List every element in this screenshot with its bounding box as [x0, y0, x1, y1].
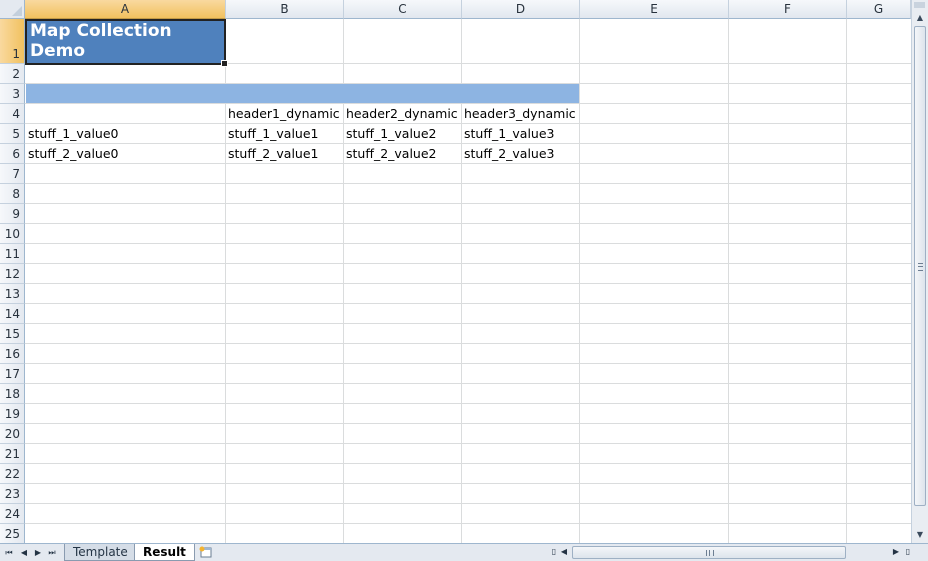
scroll-right-icon[interactable]: ▶ — [890, 545, 902, 558]
horizontal-scroll-thumb[interactable] — [572, 546, 846, 559]
cell-a6[interactable]: stuff_2_value0 — [25, 144, 119, 163]
scroll-left-icon[interactable]: ◀ — [558, 545, 570, 558]
column-header-b[interactable]: B — [226, 0, 344, 19]
fill-handle[interactable] — [221, 60, 228, 67]
horizontal-scrollbar[interactable]: ▯ ◀ ▶ ▯ — [548, 545, 913, 560]
column-header-g[interactable]: G — [847, 0, 911, 19]
last-sheet-icon[interactable]: ⏭ — [46, 546, 58, 559]
column-header-d[interactable]: D — [462, 0, 580, 19]
first-sheet-icon[interactable]: ⏮ — [3, 546, 15, 559]
prev-sheet-icon[interactable]: ◀ — [18, 546, 30, 559]
column-header-a[interactable]: A — [25, 0, 226, 19]
cell-a5[interactable]: stuff_1_value0 — [25, 124, 119, 143]
row-header-13[interactable]: 13 — [0, 284, 25, 304]
row-header-24[interactable]: 24 — [0, 504, 25, 524]
row-header-3[interactable]: 3 — [0, 84, 25, 104]
row-header-2[interactable]: 2 — [0, 64, 25, 84]
cell-c4[interactable]: header2_dynamic — [343, 104, 458, 123]
row-header-9[interactable]: 9 — [0, 204, 25, 224]
row-header-8[interactable]: 8 — [0, 184, 25, 204]
insert-sheet-icon[interactable] — [199, 546, 213, 558]
row-header-20[interactable]: 20 — [0, 424, 25, 444]
cell-d4[interactable]: header3_dynamic — [461, 104, 576, 123]
select-all-button[interactable] — [0, 0, 25, 19]
next-sheet-icon[interactable]: ▶ — [32, 546, 44, 559]
row-header-22[interactable]: 22 — [0, 464, 25, 484]
cell-b5[interactable]: stuff_1_value1 — [225, 124, 319, 143]
sheet-tab-bar: ⏮ ◀ ▶ ⏭ Template Result ▯ ◀ ▶ ▯ — [0, 543, 928, 561]
cell-b6[interactable]: stuff_2_value1 — [225, 144, 319, 163]
row-header-21[interactable]: 21 — [0, 444, 25, 464]
vertical-scrollbar[interactable]: ▲ ▼ — [911, 0, 928, 543]
cell-b4[interactable]: header1_dynamic — [225, 104, 340, 123]
row-header-12[interactable]: 12 — [0, 264, 25, 284]
row-3-fill-band[interactable] — [26, 84, 579, 103]
row-header-15[interactable]: 15 — [0, 324, 25, 344]
cell-d6[interactable]: stuff_2_value3 — [461, 144, 555, 163]
split-handle-icon[interactable] — [914, 2, 925, 8]
column-header-f[interactable]: F — [729, 0, 847, 19]
row-header-4[interactable]: 4 — [0, 104, 25, 124]
column-header-c[interactable]: C — [344, 0, 462, 19]
column-header-e[interactable]: E — [580, 0, 729, 19]
tab-template[interactable]: Template — [64, 544, 137, 561]
row-header-10[interactable]: 10 — [0, 224, 25, 244]
scroll-down-icon[interactable]: ▼ — [912, 527, 928, 543]
tab-result[interactable]: Result — [134, 544, 195, 561]
row-header-7[interactable]: 7 — [0, 164, 25, 184]
cell-a1-title[interactable]: Map Collection Demo — [25, 19, 228, 67]
row-header-16[interactable]: 16 — [0, 344, 25, 364]
cell-c5[interactable]: stuff_1_value2 — [343, 124, 437, 143]
scroll-up-icon[interactable]: ▲ — [912, 10, 928, 26]
cell-c6[interactable]: stuff_2_value2 — [343, 144, 437, 163]
hsplit-handle-icon[interactable]: ▯ — [902, 545, 914, 558]
row-header-18[interactable]: 18 — [0, 384, 25, 404]
row-header-17[interactable]: 17 — [0, 364, 25, 384]
row-header-1[interactable]: 1 — [0, 19, 25, 64]
row-header-5[interactable]: 5 — [0, 124, 25, 144]
vertical-scroll-thumb[interactable] — [914, 26, 926, 506]
row-header-6[interactable]: 6 — [0, 144, 25, 164]
row-header-23[interactable]: 23 — [0, 484, 25, 504]
row-header-19[interactable]: 19 — [0, 404, 25, 424]
row-header-11[interactable]: 11 — [0, 244, 25, 264]
row-header-14[interactable]: 14 — [0, 304, 25, 324]
cell-a1-text: Map Collection Demo — [30, 21, 172, 61]
spreadsheet-grid[interactable]: A B C D E F G 1 2 3 4 5 6 7 8 9 10 11 12… — [0, 0, 911, 543]
cell-d5[interactable]: stuff_1_value3 — [461, 124, 555, 143]
row-header-25[interactable]: 25 — [0, 524, 25, 543]
